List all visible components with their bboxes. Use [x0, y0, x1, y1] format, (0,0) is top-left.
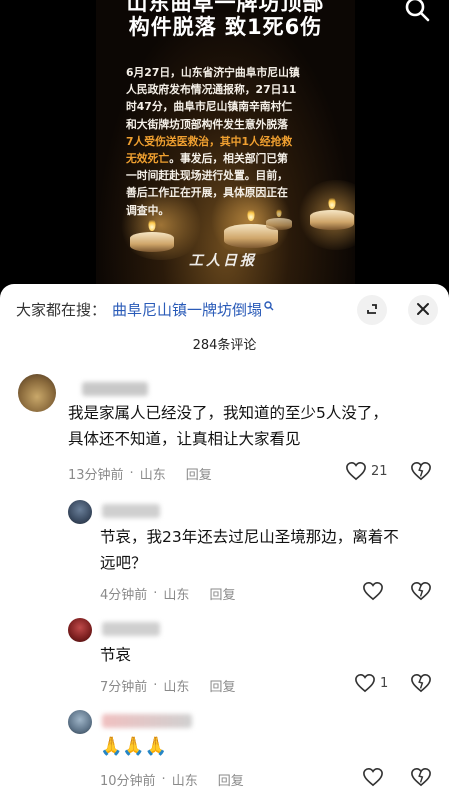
- bulletin-line: 无效死亡。事发后，相关部门已第: [126, 152, 288, 166]
- comment-sheet: 大家都在搜： 曲阜尼山镇一牌坊倒塌 284条评论 我是家属人已经没了，我知道的至…: [0, 284, 449, 800]
- avatar[interactable]: [68, 618, 92, 642]
- avatar[interactable]: [68, 500, 92, 524]
- comment-location: 山东: [163, 588, 190, 603]
- dislike-button[interactable]: [410, 767, 432, 791]
- bulletin-line: 和大街牌坊顶部构件发生意外脱落: [126, 117, 288, 131]
- news-bulletin: 6月27日，山东省济宁曲阜市尼山镇 人民政府发布情况通报称，27日11 时47分…: [126, 64, 356, 219]
- dislike-icon: [411, 767, 431, 787]
- bulletin-line: 调查中。: [126, 203, 170, 217]
- heart-icon: [346, 461, 366, 481]
- bulletin-line: 7人受伤送医救治，其中1人经抢救: [126, 134, 293, 148]
- dislike-button[interactable]: [410, 461, 432, 485]
- comment-location: 山东: [139, 468, 166, 483]
- comment-text: 🙏🙏🙏: [100, 736, 168, 757]
- candle: [130, 218, 174, 252]
- comment-count: 284条评论: [192, 338, 257, 353]
- reply-button[interactable]: 回复: [218, 770, 244, 789]
- username[interactable]: [102, 622, 160, 636]
- comment-time: 7分钟前: [100, 680, 148, 695]
- like-button[interactable]: [362, 581, 388, 601]
- heart-icon: [355, 673, 375, 693]
- dislike-icon: [411, 581, 431, 601]
- trending-search[interactable]: 大家都在搜： 曲阜尼山镇一牌坊倒塌: [16, 297, 274, 321]
- comment-time: 13分钟前: [68, 468, 124, 483]
- comment-time: 4分钟前: [100, 588, 148, 603]
- reply-button[interactable]: 回复: [209, 584, 235, 603]
- like-button[interactable]: 1: [354, 673, 388, 693]
- username[interactable]: [102, 504, 160, 518]
- video-player[interactable]: 山东曲阜一牌坊顶部 构件脱落 致1死6伤 6月27日，山东省济宁曲阜市尼山镇 人…: [0, 0, 449, 290]
- comment-text: 节哀: [100, 646, 132, 664]
- dislike-icon: [411, 673, 431, 693]
- dislike-button[interactable]: [410, 673, 432, 697]
- comment-meta: 10分钟前 · 山东 回复: [100, 770, 244, 789]
- video-headline-line2: 构件脱落 致1死6伤: [128, 15, 323, 39]
- comment-location: 山东: [163, 680, 190, 695]
- dislike-button[interactable]: [410, 581, 432, 605]
- heart-icon: [363, 581, 383, 601]
- bulletin-line: 时47分，曲阜市尼山镇南辛南村仁: [126, 100, 293, 114]
- like-count: 21: [371, 463, 388, 479]
- close-button[interactable]: [408, 295, 438, 325]
- collapse-icon: [365, 301, 379, 320]
- reply-button[interactable]: 回复: [186, 464, 212, 483]
- search-icon[interactable]: [404, 0, 430, 22]
- avatar[interactable]: [68, 710, 92, 734]
- comment-text: 节哀，我23年还去过尼山圣境那边，离着不 远吧？: [100, 528, 399, 572]
- comment-meta: 13分钟前 · 山东 回复: [68, 464, 212, 483]
- search-icon: [264, 300, 274, 314]
- username[interactable]: [82, 382, 148, 396]
- bulletin-line: 人民政府发布情况通报称，27日11: [126, 83, 297, 97]
- like-button[interactable]: [362, 767, 388, 787]
- heart-icon: [363, 767, 383, 787]
- close-icon: [416, 301, 430, 320]
- trending-search-term[interactable]: 曲阜尼山镇一牌坊倒塌: [112, 299, 262, 320]
- comment-text: 我是家属人已经没了，我知道的至少5人没了， 具体还不知道，让真相让大家看见: [68, 404, 388, 448]
- avatar[interactable]: [18, 374, 56, 412]
- comment-meta: 4分钟前 · 山东 回复: [100, 584, 236, 603]
- like-button[interactable]: 21: [345, 461, 388, 481]
- like-count: 1: [380, 675, 389, 691]
- comment-location: 山东: [171, 774, 198, 789]
- collapse-button[interactable]: [357, 295, 387, 325]
- bulletin-line: 一时间赶赴现场进行处置。目前，: [126, 169, 288, 183]
- dislike-icon: [411, 461, 431, 481]
- publisher-logo: 工人日报: [189, 253, 257, 269]
- trending-search-prefix: 大家都在搜：: [16, 300, 107, 319]
- bulletin-line: 6月27日，山东省济宁曲阜市尼山镇: [126, 66, 300, 79]
- comment-time: 10分钟前: [100, 774, 156, 789]
- reply-button[interactable]: 回复: [209, 676, 235, 695]
- bulletin-line: 善后工作正在开展，具体原因正在: [126, 186, 288, 200]
- username[interactable]: [102, 714, 192, 728]
- comment-meta: 7分钟前 · 山东 回复: [100, 676, 236, 695]
